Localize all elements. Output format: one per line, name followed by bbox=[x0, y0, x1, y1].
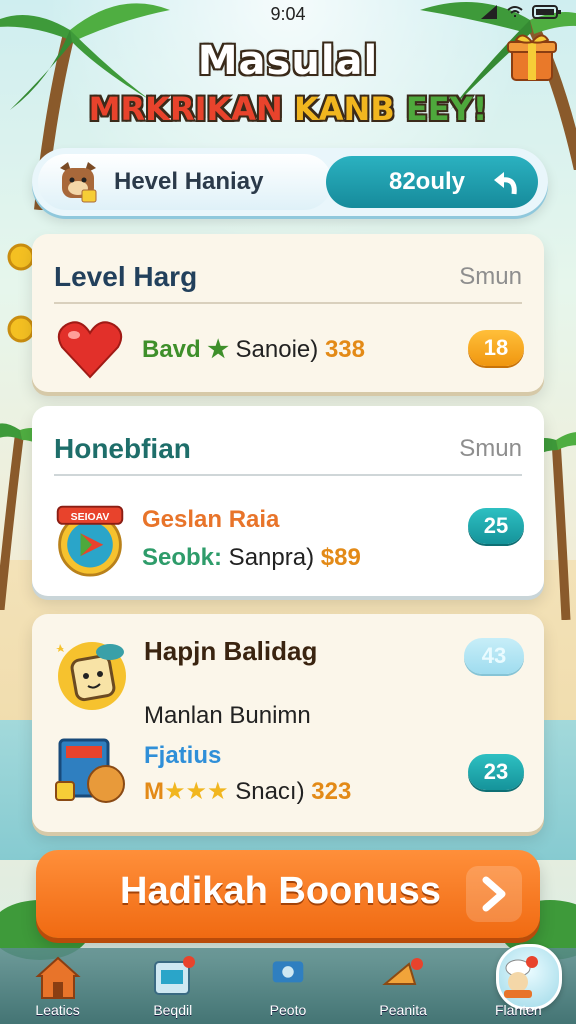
star-icon: ★ bbox=[207, 335, 229, 363]
gift-box-icon[interactable] bbox=[506, 32, 558, 84]
card-detail: Fjatius M★★★ Snacı) 323 bbox=[144, 742, 352, 805]
subtitle-part-1: MRKRIKAN bbox=[88, 90, 294, 128]
nav-item-flanten[interactable]: Flanten bbox=[468, 948, 568, 1024]
mode-switch: Hevel Haniay 82ouly bbox=[32, 148, 548, 216]
dog-avatar-icon bbox=[60, 162, 97, 203]
tab-right-label: 82ouly bbox=[388, 168, 466, 195]
card-level-harg: Level Harg Smun Bavd ★ Sanoie) 338 18 bbox=[32, 234, 544, 392]
card-title: Hapjn Balidag bbox=[144, 636, 318, 666]
card-header: Level Harg Smun bbox=[54, 252, 522, 304]
nav-item-peoto[interactable]: Peoto bbox=[238, 944, 562, 1024]
share-icon[interactable] bbox=[490, 168, 520, 196]
horn-icon bbox=[382, 958, 424, 985]
card-badge[interactable]: 25 bbox=[468, 508, 524, 544]
rating-stars: ★★★ bbox=[164, 778, 229, 805]
game-subtitle: MRKRIKAN KANB EEY! bbox=[0, 90, 576, 128]
card-side-label: Smun bbox=[459, 263, 522, 290]
camera-icon bbox=[272, 961, 304, 983]
tab-hevel-haniay[interactable]: Hevel Haniay bbox=[38, 154, 332, 210]
card-title: Level Harg bbox=[54, 261, 198, 292]
tab-82ouly[interactable]: 82ouly bbox=[326, 156, 538, 208]
level-badge[interactable]: 18 bbox=[468, 330, 524, 366]
card-badge-top[interactable]: 43 bbox=[464, 638, 524, 674]
nav-label: Leatics bbox=[35, 1002, 80, 1018]
tab-left-label: Hevel Haniay bbox=[114, 168, 264, 195]
bottom-nav: Leatics Beqdil Peoto Peanita Flanten bbox=[0, 944, 576, 1024]
signal-icon bbox=[481, 5, 497, 19]
heart-icon bbox=[57, 321, 123, 379]
nav-item-peanita[interactable]: Peanita bbox=[353, 948, 453, 1024]
card-subtitle: Manlan Bunimn bbox=[144, 702, 311, 729]
game-title: Masulal bbox=[197, 38, 379, 84]
bonus-button-label: Hadikah Boonuss bbox=[120, 870, 441, 912]
book-gift-icon bbox=[55, 738, 125, 803]
card-row: SEIOAV Geslan Raia Seobk: Sanpra) $89 bbox=[52, 494, 524, 584]
status-icons bbox=[480, 4, 562, 20]
arrow-box bbox=[466, 866, 522, 922]
wifi-icon bbox=[507, 6, 523, 17]
nav-item-leatics[interactable]: Leatics bbox=[8, 948, 108, 1024]
card-hapjn-balidag: Hapjn Balidag 43 Manlan Bunimn Fjatius M… bbox=[32, 614, 544, 832]
play-store-badge-icon: SEIOAV bbox=[56, 505, 124, 577]
toast-character-icon bbox=[56, 642, 126, 710]
subtitle-part-3: EEY! bbox=[394, 90, 488, 128]
status-time: 9:04 bbox=[270, 3, 306, 24]
card-row: Bavd ★ Sanoie) 338 bbox=[52, 314, 524, 384]
battery-icon bbox=[532, 5, 561, 19]
chevron-right-icon bbox=[482, 876, 506, 912]
nav-label: Flanten bbox=[494, 1002, 542, 1018]
card-row-text: Geslan Raia Seobk: Sanpra) $89 bbox=[142, 506, 361, 571]
nav-label: Peoto bbox=[269, 1002, 307, 1018]
card-row-text: Bavd ★ Sanoie) 338 bbox=[142, 335, 365, 363]
chef-icon bbox=[504, 956, 539, 998]
nav-item-beqdil[interactable]: Beqdil bbox=[123, 948, 223, 1024]
tablet-icon bbox=[153, 956, 195, 995]
nav-label: Peanita bbox=[379, 1002, 427, 1018]
card-honebfian: Honebfian Smun SEIOAV Geslan Raia Seobk:… bbox=[32, 406, 544, 596]
status-bar: 9:04 bbox=[0, 0, 576, 28]
nav-label: Beqdil bbox=[153, 1002, 193, 1018]
card-side-label: Smun bbox=[459, 435, 522, 462]
badge-icon-text: SEIOAV bbox=[71, 512, 110, 523]
house-icon bbox=[34, 956, 81, 999]
bonus-button[interactable]: Hadikah Boonuss bbox=[36, 850, 540, 938]
card-title: Honebfian bbox=[54, 433, 191, 464]
subtitle-part-2: KANB bbox=[293, 90, 395, 128]
card-badge-bottom[interactable]: 23 bbox=[468, 754, 524, 790]
card-header: Honebfian Smun bbox=[54, 424, 522, 476]
